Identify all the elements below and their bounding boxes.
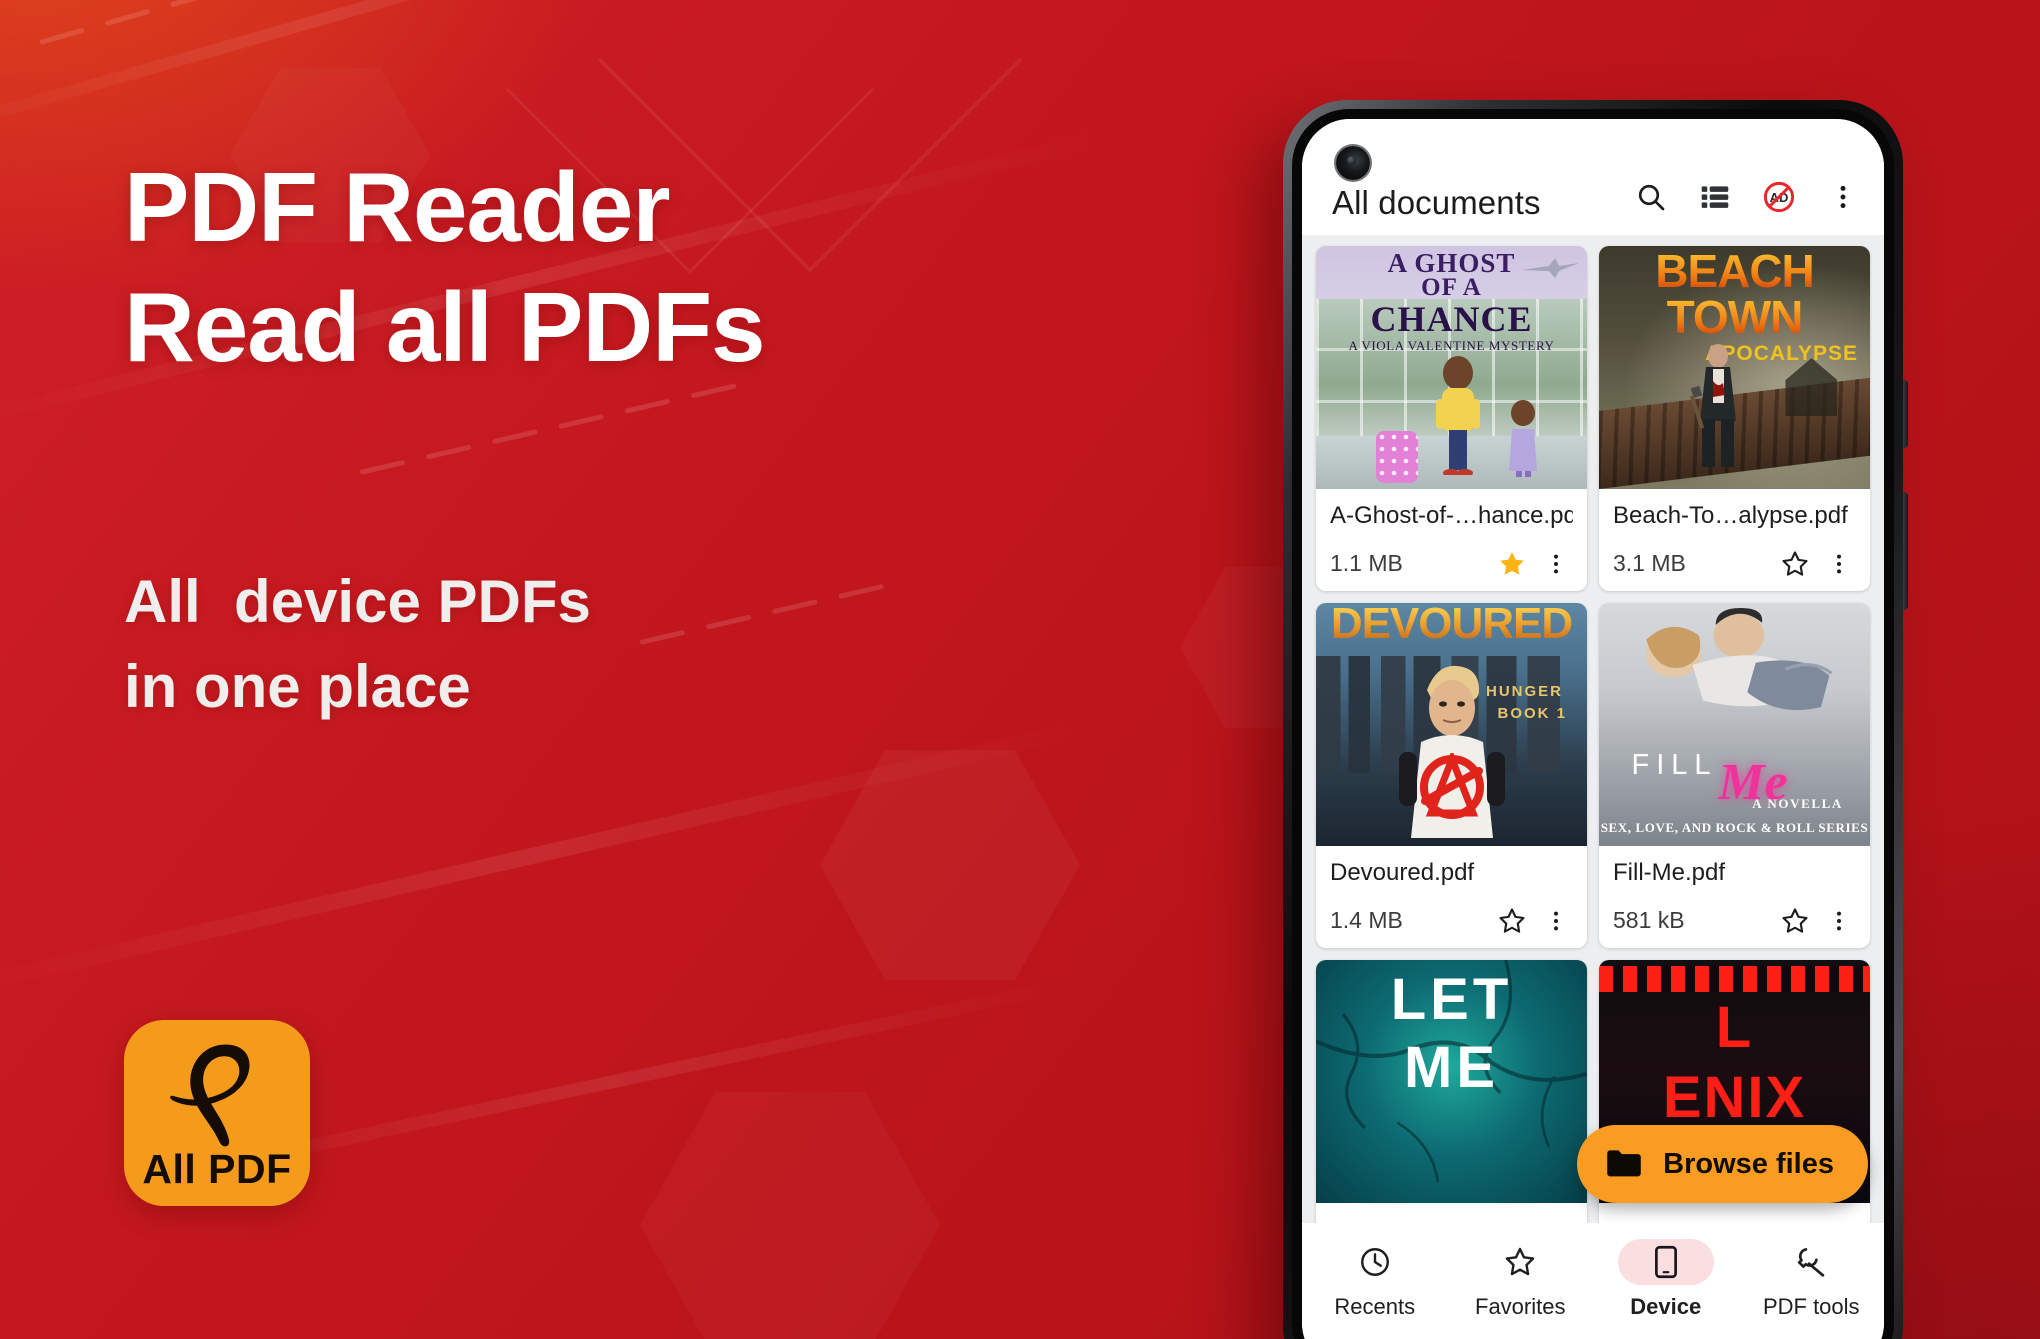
- cover-title-line-1: FILL: [1631, 748, 1718, 781]
- document-thumbnail[interactable]: BEACH TOWN APOCALYPSE: [1599, 246, 1870, 489]
- star-icon: [1506, 1247, 1535, 1276]
- document-thumbnail[interactable]: DEVOURED THE HUNGER BOOK 1: [1316, 602, 1587, 846]
- front-camera-punch-hole: [1336, 146, 1370, 180]
- document-size: 3.1 MB: [1613, 550, 1686, 577]
- nav-item-recents[interactable]: Recents: [1302, 1239, 1448, 1320]
- browse-files-button[interactable]: Browse files: [1577, 1125, 1868, 1203]
- headline-line-2: Read all PDFs: [124, 271, 766, 382]
- document-name: Fill-Me.pdf: [1613, 858, 1726, 886]
- wrench-icon: [1798, 1248, 1825, 1277]
- document-card[interactable]: FILL Me A NOVELLA SEX, LOVE, AND ROCK & …: [1599, 602, 1870, 948]
- bottom-navigation: Recents Favorites Device PDF tools: [1302, 1223, 1884, 1339]
- document-info: Fill-Me.pdf 581 kB: [1599, 846, 1870, 948]
- favorite-star-icon[interactable]: [1778, 547, 1812, 581]
- overflow-menu-icon[interactable]: [1824, 178, 1862, 216]
- app-bar-title: All documents: [1332, 184, 1541, 221]
- document-overflow-icon[interactable]: [1539, 547, 1573, 581]
- phone-mockup: All documents A GHOST OF A CHANCE A VIOL…: [1283, 100, 1908, 1339]
- nav-item-device[interactable]: Device: [1593, 1239, 1739, 1320]
- document-card[interactable]: DEVOURED THE HUNGER BOOK 1 Devoured.pdf …: [1316, 602, 1587, 948]
- promo-subcopy: All device PDFs in one place: [124, 568, 591, 721]
- document-name: Beach-To…alypse.pdf: [1613, 502, 1848, 529]
- cover-subtitle: A NOVELLA: [1752, 795, 1843, 811]
- app-logo-badge: All PDF: [124, 1020, 310, 1206]
- document-info: Devoured.pdf 1.4 MB: [1316, 846, 1587, 948]
- phone-power-button[interactable]: [1903, 380, 1908, 448]
- document-card[interactable]: A GHOST OF A CHANCE A VIOLA VALENTINE MY…: [1316, 246, 1587, 591]
- favorite-star-icon[interactable]: [1778, 904, 1812, 938]
- app-logo-label: All PDF: [142, 1145, 292, 1192]
- document-info: Beach-To…alypse.pdf 3.1 MB: [1599, 489, 1870, 591]
- list-view-icon[interactable]: [1696, 178, 1734, 216]
- document-thumbnail[interactable]: LET ME: [1316, 959, 1587, 1203]
- clock-icon: [1360, 1248, 1389, 1276]
- nav-label-pdf-tools: PDF tools: [1762, 1294, 1860, 1319]
- search-icon[interactable]: [1632, 178, 1670, 216]
- document-grid[interactable]: A GHOST OF A CHANCE A VIOLA VALENTINE MY…: [1302, 235, 1884, 1223]
- document-name: A-Ghost-of-…hance.pdf: [1330, 502, 1573, 529]
- document-size: 581 kB: [1613, 907, 1685, 934]
- promo-headline: PDF Reader Read all PDFs: [124, 148, 1124, 387]
- document-thumbnail[interactable]: FILL Me A NOVELLA SEX, LOVE, AND ROCK & …: [1599, 602, 1870, 846]
- app-logo-p-glyph: [170, 1043, 250, 1146]
- cover-title-line-3: CHANCE: [1370, 299, 1533, 339]
- nav-label-favorites: Favorites: [1475, 1294, 1566, 1319]
- phone-icon: [1654, 1245, 1677, 1279]
- browse-files-label: Browse files: [1663, 1147, 1834, 1180]
- cover-subtitle-2: SEX, LOVE, AND ROCK & ROLL SERIES: [1600, 819, 1869, 835]
- document-card[interactable]: BEACH TOWN APOCALYPSE Beach-To…alypse.pd…: [1599, 246, 1870, 591]
- phone-volume-button[interactable]: [1903, 492, 1908, 610]
- document-overflow-icon[interactable]: [1539, 904, 1573, 938]
- headline-line-1: PDF Reader: [124, 152, 671, 262]
- document-size: 1.1 MB: [1330, 550, 1403, 577]
- app-bar-actions: AD: [1632, 178, 1862, 219]
- cover-title-line-1: LET: [1390, 966, 1513, 1032]
- document-card[interactable]: LET ME: [1316, 959, 1587, 1223]
- app-bar: All documents: [1302, 119, 1884, 235]
- document-overflow-icon[interactable]: [1822, 904, 1856, 938]
- nav-item-favorites[interactable]: Favorites: [1448, 1239, 1594, 1320]
- cover-title-line-2: ENIX: [1662, 1064, 1807, 1130]
- cover-title-line-1: L: [1715, 994, 1754, 1060]
- cover-title-line-2: TOWN: [1599, 290, 1870, 344]
- favorite-star-icon[interactable]: [1495, 547, 1529, 581]
- document-thumbnail[interactable]: A GHOST OF A CHANCE A VIOLA VALENTINE MY…: [1316, 246, 1587, 489]
- nav-item-pdf-tools[interactable]: PDF tools: [1739, 1239, 1885, 1320]
- cover-subtitle: A VIOLA VALENTINE MYSTERY: [1348, 338, 1555, 353]
- no-ads-icon[interactable]: AD: [1760, 178, 1798, 216]
- cover-title-line-2: ME: [1404, 1034, 1499, 1100]
- document-info: [1316, 1203, 1587, 1223]
- nav-label-device: Device: [1630, 1294, 1702, 1319]
- nav-label-recents: Recents: [1334, 1294, 1416, 1319]
- promo-copy: PDF Reader Read all PDFs All device PDFs…: [124, 148, 1124, 729]
- favorite-star-icon[interactable]: [1495, 904, 1529, 938]
- document-overflow-icon[interactable]: [1822, 547, 1856, 581]
- cover-title-line-1: DEVOURED: [1316, 603, 1587, 649]
- document-size: 1.4 MB: [1330, 907, 1403, 934]
- document-info: [1599, 1203, 1870, 1223]
- document-info: A-Ghost-of-…hance.pdf 1.1 MB: [1316, 489, 1587, 591]
- phone-screen: All documents A GHOST OF A CHANCE A VIOL…: [1302, 119, 1884, 1339]
- document-name: Devoured.pdf: [1330, 858, 1475, 886]
- folder-icon: [1607, 1150, 1641, 1177]
